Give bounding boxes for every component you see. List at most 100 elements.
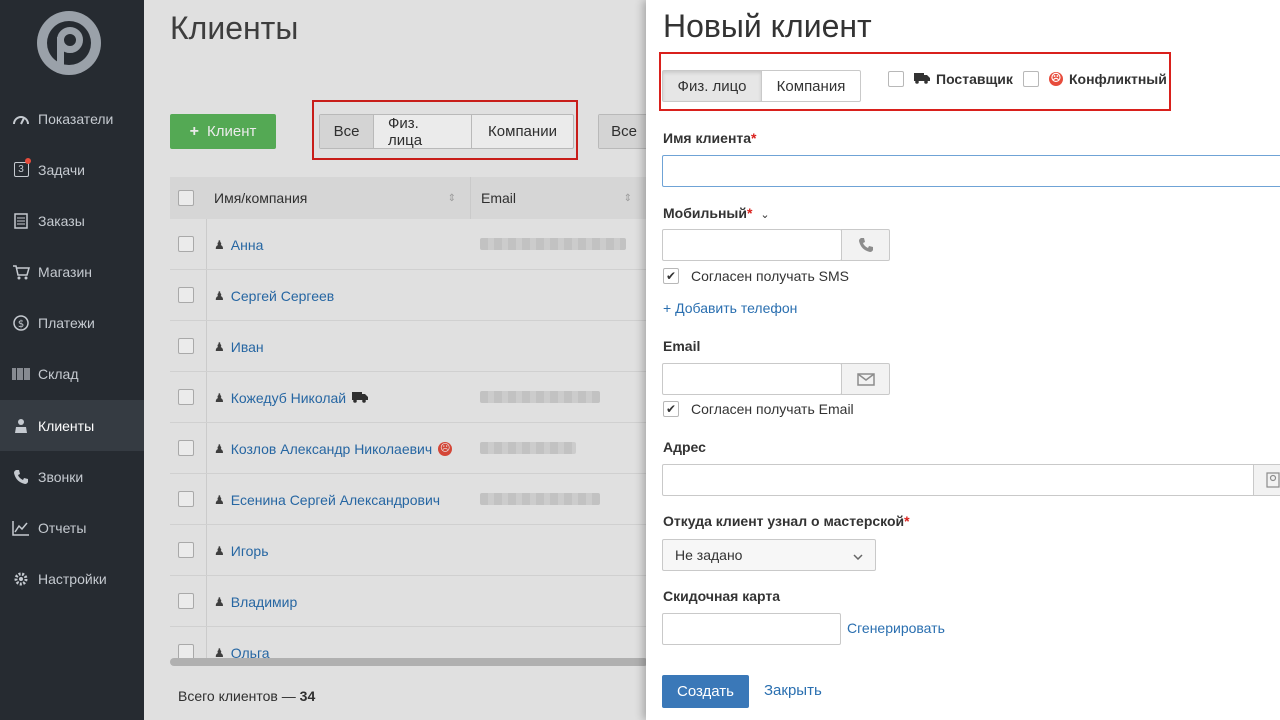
map-button[interactable]: [1253, 464, 1280, 496]
redacted-email: [480, 442, 576, 454]
sms-consent[interactable]: ✔ Согласен получать SMS: [663, 268, 849, 284]
sms-consent-label: Согласен получать SMS: [691, 268, 849, 284]
row-checkbox[interactable]: [178, 338, 194, 354]
supplier-checkbox[interactable]: [888, 71, 904, 87]
required-mark: *: [904, 513, 910, 529]
table-row[interactable]: ♟ Кожедуб Николай: [170, 372, 650, 423]
table-row[interactable]: ♟ Ольга: [170, 627, 650, 678]
row-checkbox[interactable]: [178, 542, 194, 558]
client-type-toggle: Физ. лицо Компания: [662, 70, 861, 102]
highlight-box: [312, 100, 578, 160]
supplier-flag[interactable]: Поставщик: [888, 71, 1013, 87]
sidebar-item-reports[interactable]: Отчеты: [0, 502, 144, 553]
add-client-button[interactable]: + Клиент: [170, 114, 276, 149]
sidebar-item-label: Платежи: [38, 314, 95, 331]
client-name-link[interactable]: Иван: [231, 339, 264, 355]
sidebar-item-settings[interactable]: Настройки: [0, 553, 144, 604]
sidebar-item-label: Склад: [38, 365, 79, 382]
row-checkbox[interactable]: [178, 491, 194, 507]
add-phone-link[interactable]: + Добавить телефон: [663, 300, 797, 316]
client-name-link[interactable]: Анна: [231, 237, 264, 253]
discount-card-input[interactable]: [662, 613, 841, 645]
source-select[interactable]: Не задано: [662, 539, 876, 571]
tab-individual[interactable]: Физ. лицо: [663, 71, 762, 101]
column-name-label: Имя/компания: [214, 190, 308, 206]
row-checkbox[interactable]: [178, 440, 194, 456]
close-link[interactable]: Закрыть: [764, 682, 822, 699]
table-row[interactable]: ♟ Владимир: [170, 576, 650, 627]
page-title: Клиенты: [170, 10, 299, 46]
truck-icon: [352, 390, 369, 406]
client-name-input[interactable]: [662, 155, 1280, 187]
client-name-link[interactable]: Владимир: [231, 594, 298, 610]
conflict-flag[interactable]: ☹ Конфликтный: [1023, 71, 1167, 87]
person-icon: ♟: [214, 288, 225, 303]
person-icon: ♟: [214, 441, 225, 456]
mobile-input[interactable]: [662, 229, 842, 261]
table-row[interactable]: ♟ Иван: [170, 321, 650, 372]
redacted-email: [480, 391, 600, 403]
select-all-checkbox[interactable]: [178, 190, 194, 206]
svg-text:$: $: [18, 319, 24, 330]
sidebar-item-clients[interactable]: Клиенты: [0, 400, 144, 451]
sidebar-item-dashboard[interactable]: Показатели: [0, 93, 144, 144]
conflict-checkbox[interactable]: [1023, 71, 1039, 87]
person-icon: ♟: [214, 390, 225, 405]
table-row[interactable]: ♟ Сергей Сергеев: [170, 270, 650, 321]
sidebar-item-shop[interactable]: Магазин: [0, 246, 144, 297]
required-mark: *: [751, 130, 757, 146]
column-name[interactable]: Имя/компания ⇕: [214, 177, 464, 219]
generate-link[interactable]: Сгенерировать: [847, 620, 945, 636]
filter-all-secondary[interactable]: Все: [599, 115, 649, 148]
secondary-filter: Все: [598, 114, 650, 149]
barcode-icon: [12, 365, 30, 383]
client-name-link[interactable]: Игорь: [231, 543, 269, 559]
dollar-icon: $: [12, 314, 30, 332]
sidebar-item-tasks[interactable]: 3 Задачи: [0, 144, 144, 195]
sidebar-item-label: Магазин: [38, 263, 93, 280]
gear-icon: [12, 570, 30, 588]
table-row[interactable]: ♟ Игорь: [170, 525, 650, 576]
email-input[interactable]: [662, 363, 842, 395]
total-label: Всего клиентов —: [178, 688, 300, 704]
row-checkbox[interactable]: [178, 593, 194, 609]
create-button[interactable]: Создать: [662, 675, 749, 708]
sidebar-item-warehouse[interactable]: Склад: [0, 348, 144, 399]
app-logo[interactable]: [37, 11, 101, 75]
sidebar-item-payments[interactable]: $ Платежи: [0, 297, 144, 348]
row-checkbox[interactable]: [178, 236, 194, 252]
sort-icon: ⇕: [447, 192, 456, 204]
table-row[interactable]: ♟ Козлов Александр Николаевич ☹: [170, 423, 650, 474]
phone-icon: [858, 238, 873, 252]
client-name-link[interactable]: Есенина Сергей Александрович: [231, 492, 440, 508]
email-consent-checkbox[interactable]: ✔: [663, 401, 679, 417]
speedometer-icon: [12, 110, 30, 128]
horizontal-scrollbar[interactable]: [170, 658, 648, 666]
client-name-link[interactable]: Кожедуб Николай: [231, 390, 346, 406]
send-email-button[interactable]: [841, 363, 890, 395]
email-consent[interactable]: ✔ Согласен получать Email: [663, 401, 854, 417]
column-email[interactable]: Email ⇕: [470, 177, 640, 219]
address-input[interactable]: [662, 464, 1256, 496]
chevron-down-icon[interactable]: ⌄: [760, 209, 769, 221]
person-icon: ♟: [214, 339, 225, 354]
sms-consent-checkbox[interactable]: ✔: [663, 268, 679, 284]
table-row[interactable]: ♟ Есенина Сергей Александрович: [170, 474, 650, 525]
sidebar-item-label: Задачи: [38, 161, 86, 178]
panel-title: Новый клиент: [663, 8, 872, 44]
table-header: Имя/компания ⇕ Email ⇕: [170, 177, 650, 219]
call-button[interactable]: [841, 229, 890, 261]
source-label: Откуда клиент узнал о мастерской*: [663, 513, 910, 529]
conflict-icon: ☹: [438, 441, 453, 456]
row-checkbox[interactable]: [178, 287, 194, 303]
table-row[interactable]: ♟ Анна: [170, 219, 650, 270]
name-label: Имя клиента*: [663, 130, 757, 146]
client-name-link[interactable]: Сергей Сергеев: [231, 288, 334, 304]
tab-company[interactable]: Компания: [762, 71, 860, 101]
client-name-link[interactable]: Козлов Александр Николаевич: [231, 441, 432, 457]
discount-label: Скидочная карта: [663, 588, 781, 604]
row-checkbox[interactable]: [178, 389, 194, 405]
address-label: Адрес: [663, 439, 706, 455]
sidebar-item-orders[interactable]: Заказы: [0, 195, 144, 246]
sidebar-item-calls[interactable]: Звонки: [0, 451, 144, 502]
